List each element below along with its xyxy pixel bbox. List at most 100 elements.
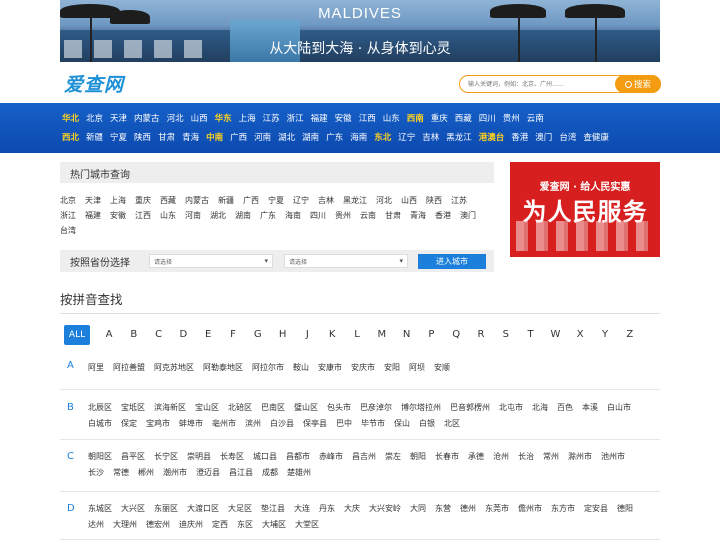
pinyin-letter-r[interactable]: R: [474, 325, 488, 345]
pinyin-letter-m[interactable]: M: [375, 325, 389, 345]
city-link[interactable]: 崇左: [385, 449, 401, 465]
search-button[interactable]: 搜索: [615, 75, 661, 93]
city-link[interactable]: 大兴安岭: [369, 501, 401, 517]
city-link[interactable]: 崇明县: [187, 449, 211, 465]
hot-city-link[interactable]: 山东: [160, 208, 176, 223]
region-link[interactable]: 山东: [383, 112, 400, 124]
pinyin-letter-t[interactable]: T: [524, 325, 538, 345]
hot-city-link[interactable]: 贵州: [335, 208, 351, 223]
city-link[interactable]: 德宏州: [146, 517, 170, 533]
city-link[interactable]: 安庆市: [351, 360, 375, 376]
city-link[interactable]: 长沙: [88, 465, 104, 481]
city-link[interactable]: 北辰区: [88, 400, 112, 416]
pinyin-letter-all[interactable]: ALL: [64, 325, 90, 345]
region-link[interactable]: 宁夏: [110, 131, 127, 143]
hot-city-link[interactable]: 河北: [376, 193, 392, 208]
hot-city-link[interactable]: 新疆: [218, 193, 234, 208]
region-heading[interactable]: 中南: [206, 131, 223, 143]
city-link[interactable]: 丹东: [319, 501, 335, 517]
city-link[interactable]: 阿坝: [409, 360, 425, 376]
hot-city-link[interactable]: 辽宁: [293, 193, 309, 208]
enter-city-button[interactable]: 进入城市: [418, 254, 486, 269]
hot-city-link[interactable]: 湖北: [210, 208, 226, 223]
hot-city-link[interactable]: 山西: [401, 193, 417, 208]
pinyin-letter-g[interactable]: G: [251, 325, 265, 345]
region-link[interactable]: 上海: [239, 112, 256, 124]
region-link[interactable]: 查健康: [583, 131, 609, 143]
region-link[interactable]: 海南: [350, 131, 367, 143]
city-link[interactable]: 亳州市: [212, 416, 236, 432]
city-link[interactable]: 澄迈县: [196, 465, 220, 481]
city-link[interactable]: 沧州: [493, 449, 509, 465]
city-link[interactable]: 朝阳: [410, 449, 426, 465]
city-link[interactable]: 巴彦淖尔: [360, 400, 392, 416]
city-link[interactable]: 宝鸡市: [146, 416, 170, 432]
region-heading[interactable]: 华北: [62, 112, 79, 124]
region-link[interactable]: 西藏: [455, 112, 472, 124]
region-link[interactable]: 台湾: [559, 131, 576, 143]
pinyin-letter-j[interactable]: J: [300, 325, 314, 345]
city-link[interactable]: 宝山区: [195, 400, 219, 416]
city-link[interactable]: 百色: [557, 400, 573, 416]
city-link[interactable]: 阿里: [88, 360, 104, 376]
search-input[interactable]: [468, 78, 618, 90]
city-link[interactable]: 滨州: [245, 416, 261, 432]
region-link[interactable]: 澳门: [535, 131, 552, 143]
city-link[interactable]: 大兴区: [121, 501, 145, 517]
city-link[interactable]: 大埔区: [262, 517, 286, 533]
city-link[interactable]: 滨海新区: [154, 400, 186, 416]
city-link[interactable]: 安阳: [384, 360, 400, 376]
city-link[interactable]: 昌江县: [229, 465, 253, 481]
city-link[interactable]: 阿拉善盟: [113, 360, 145, 376]
city-link[interactable]: 巴南区: [261, 400, 285, 416]
city-link[interactable]: 北碚区: [228, 400, 252, 416]
city-link[interactable]: 保定: [121, 416, 137, 432]
city-link[interactable]: 北屯市: [499, 400, 523, 416]
city-link[interactable]: 毕节市: [361, 416, 385, 432]
city-link[interactable]: 池州市: [601, 449, 625, 465]
site-logo[interactable]: 爱查网: [64, 70, 124, 97]
region-link[interactable]: 江苏: [263, 112, 280, 124]
city-link[interactable]: 常德: [113, 465, 129, 481]
city-link[interactable]: 长春市: [435, 449, 459, 465]
city-link[interactable]: 巴中: [336, 416, 352, 432]
city-link[interactable]: 阿克苏地区: [154, 360, 194, 376]
city-link[interactable]: 长宁区: [154, 449, 178, 465]
region-link[interactable]: 北京: [86, 112, 103, 124]
region-heading[interactable]: 东北: [374, 131, 391, 143]
province-select[interactable]: 请选择 ▾: [149, 254, 273, 268]
region-link[interactable]: 新疆: [86, 131, 103, 143]
hot-city-link[interactable]: 浙江: [60, 208, 76, 223]
city-link[interactable]: 北区: [444, 416, 460, 432]
city-link[interactable]: 德阳: [617, 501, 633, 517]
hot-city-link[interactable]: 福建: [85, 208, 101, 223]
region-link[interactable]: 吉林: [422, 131, 439, 143]
city-link[interactable]: 达州: [88, 517, 104, 533]
city-link[interactable]: 长寿区: [220, 449, 244, 465]
pinyin-letter-z[interactable]: Z: [623, 325, 637, 345]
hot-city-link[interactable]: 黑龙江: [343, 193, 367, 208]
region-link[interactable]: 山西: [191, 112, 208, 124]
city-link[interactable]: 昌平区: [121, 449, 145, 465]
hot-city-link[interactable]: 西藏: [160, 193, 176, 208]
city-link[interactable]: 鞍山: [293, 360, 309, 376]
region-link[interactable]: 贵州: [503, 112, 520, 124]
city-link[interactable]: 赤峰市: [319, 449, 343, 465]
city-link[interactable]: 北海: [532, 400, 548, 416]
city-link[interactable]: 安康市: [318, 360, 342, 376]
hot-city-link[interactable]: 广西: [243, 193, 259, 208]
city-link[interactable]: 东城区: [88, 501, 112, 517]
city-link[interactable]: 白山市: [607, 400, 631, 416]
hot-city-link[interactable]: 陕西: [426, 193, 442, 208]
hot-city-link[interactable]: 河南: [185, 208, 201, 223]
region-link[interactable]: 青海: [182, 131, 199, 143]
hot-city-link[interactable]: 北京: [60, 193, 76, 208]
pinyin-letter-c[interactable]: C: [152, 325, 166, 345]
city-link[interactable]: 白银: [419, 416, 435, 432]
hot-city-link[interactable]: 内蒙古: [185, 193, 209, 208]
city-link[interactable]: 东莞市: [485, 501, 509, 517]
pinyin-letter-k[interactable]: K: [325, 325, 339, 345]
hot-city-link[interactable]: 香港: [435, 208, 451, 223]
city-link[interactable]: 保山: [394, 416, 410, 432]
city-link[interactable]: 承德: [468, 449, 484, 465]
